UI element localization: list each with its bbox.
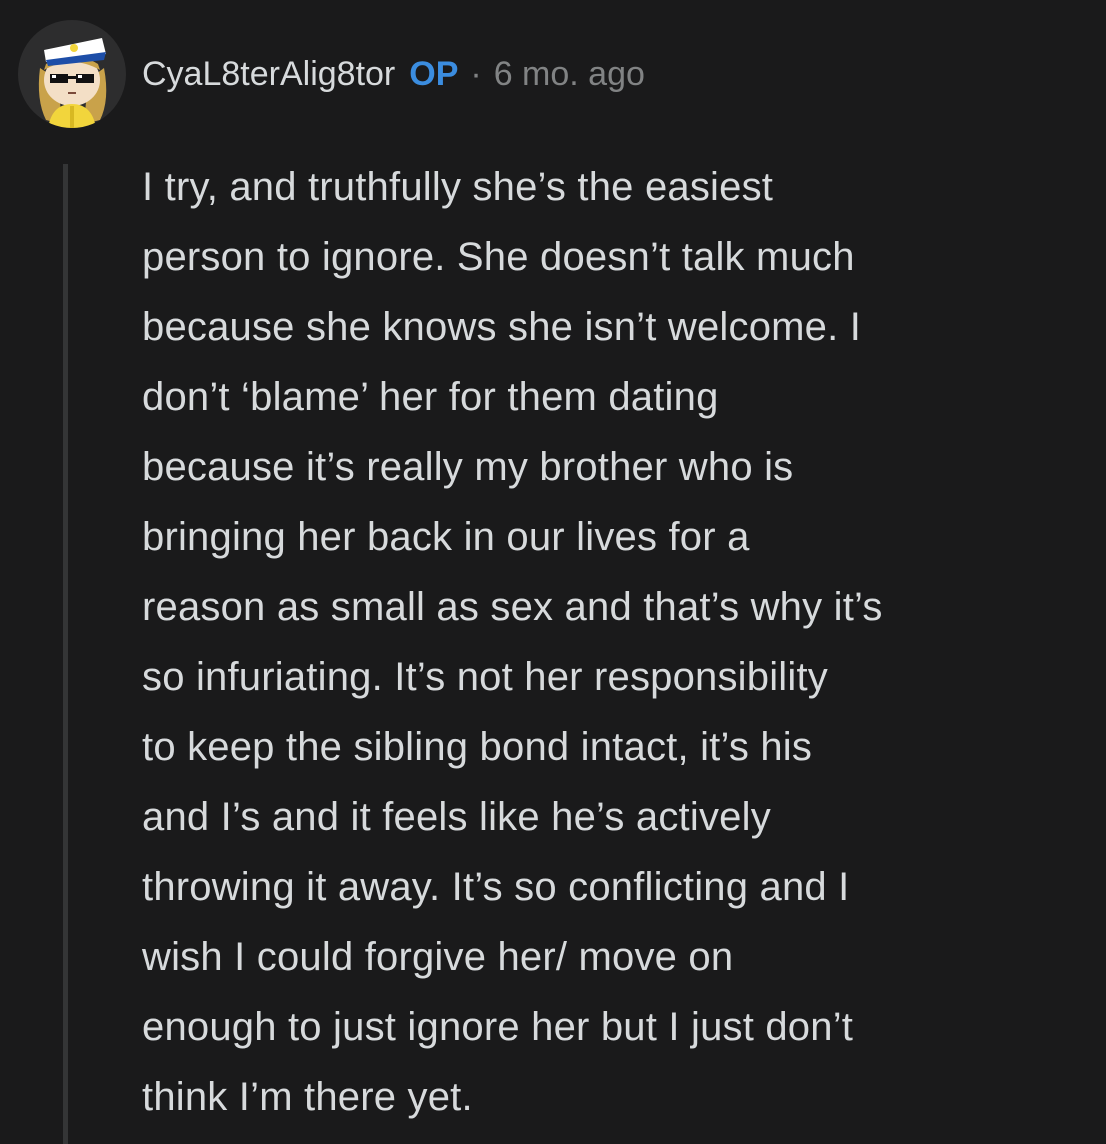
comment-body-line: so infuriating. It’s not her responsibil… bbox=[142, 655, 828, 699]
comment-timestamp[interactable]: 6 mo. ago bbox=[494, 54, 645, 94]
op-badge: OP bbox=[409, 55, 459, 93]
thread-collapse-line[interactable] bbox=[63, 164, 68, 1144]
comment: CyaL8terAlig8tor OP · 6 mo. ago I try, a… bbox=[0, 0, 1106, 1144]
comment-meta: CyaL8terAlig8tor OP · 6 mo. ago bbox=[142, 54, 645, 94]
username-link[interactable]: CyaL8terAlig8tor bbox=[142, 54, 395, 94]
comment-body-line: enough to just ignore her but I just don… bbox=[142, 1005, 854, 1049]
comment-body-line: person to ignore. She doesn’t talk much bbox=[142, 235, 855, 279]
comment-body-line: don’t ‘blame’ her for them dating bbox=[142, 375, 719, 419]
comment-body-line: because she knows she isn’t welcome. I bbox=[142, 305, 862, 349]
comment-body-line: to keep the sibling bond intact, it’s hi… bbox=[142, 725, 813, 769]
comment-body-line: reason as small as sex and that’s why it… bbox=[142, 585, 883, 629]
meta-separator: · bbox=[470, 55, 482, 93]
comment-header: CyaL8terAlig8tor OP · 6 mo. ago bbox=[18, 14, 645, 134]
comment-body: I try, and truthfully she’s the easiest … bbox=[142, 152, 1042, 1132]
comment-body-line: wish I could forgive her/ move on bbox=[142, 935, 734, 979]
comment-body-line: because it’s really my brother who is bbox=[142, 445, 794, 489]
comment-body-line: throwing it away. It’s so conflicting an… bbox=[142, 865, 850, 909]
comment-body-line: think I’m there yet. bbox=[142, 1075, 473, 1119]
comment-body-line: I try, and truthfully she’s the easiest bbox=[142, 165, 774, 209]
comment-body-line: bringing her back in our lives for a bbox=[142, 515, 750, 559]
user-avatar[interactable] bbox=[18, 20, 126, 128]
comment-body-line: and I’s and it feels like he’s actively bbox=[142, 795, 771, 839]
avatar-icon bbox=[38, 38, 107, 128]
